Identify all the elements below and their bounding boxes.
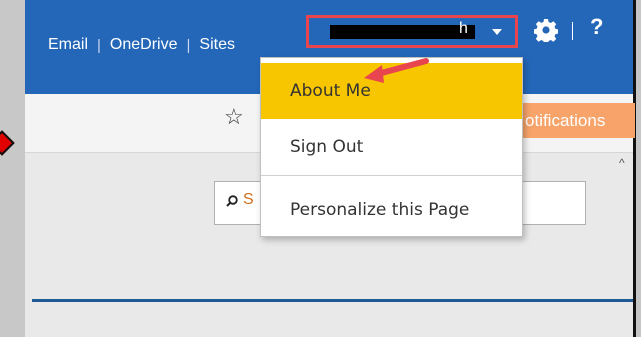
window-left-edge [0, 0, 25, 337]
gear-icon[interactable] [534, 18, 558, 42]
nav-link-onedrive[interactable]: OneDrive [110, 36, 178, 54]
caret-down-icon [492, 29, 502, 35]
user-name-fragment: h [459, 20, 468, 37]
user-menu-button[interactable]: h [306, 15, 518, 48]
sharepoint-frame: Email | OneDrive | Sites h ? ☆ otificati… [25, 0, 636, 337]
suite-nav: Email | OneDrive | Sites [48, 36, 235, 54]
nav-link-email[interactable]: Email [48, 36, 88, 54]
toolbar-separator [572, 22, 573, 40]
menu-item-sign-out[interactable]: Sign Out [261, 119, 522, 175]
nav-separator: | [97, 36, 101, 54]
nav-link-sites[interactable]: Sites [199, 36, 235, 54]
help-icon[interactable]: ? [590, 14, 603, 40]
nav-separator: | [186, 36, 191, 54]
star-icon[interactable]: ☆ [224, 104, 244, 130]
notifications-button[interactable]: otifications [505, 103, 635, 138]
redacted-user-name [330, 25, 475, 39]
search-placeholder: S [243, 191, 254, 208]
annotation-arrow-icon [364, 58, 429, 83]
search-icon [226, 195, 238, 207]
scroll-up-arrow-icon[interactable]: ^ [619, 156, 625, 170]
menu-separator [261, 175, 522, 176]
content-divider [32, 299, 633, 302]
menu-item-personalize-page[interactable]: Personalize this Page [261, 182, 522, 238]
